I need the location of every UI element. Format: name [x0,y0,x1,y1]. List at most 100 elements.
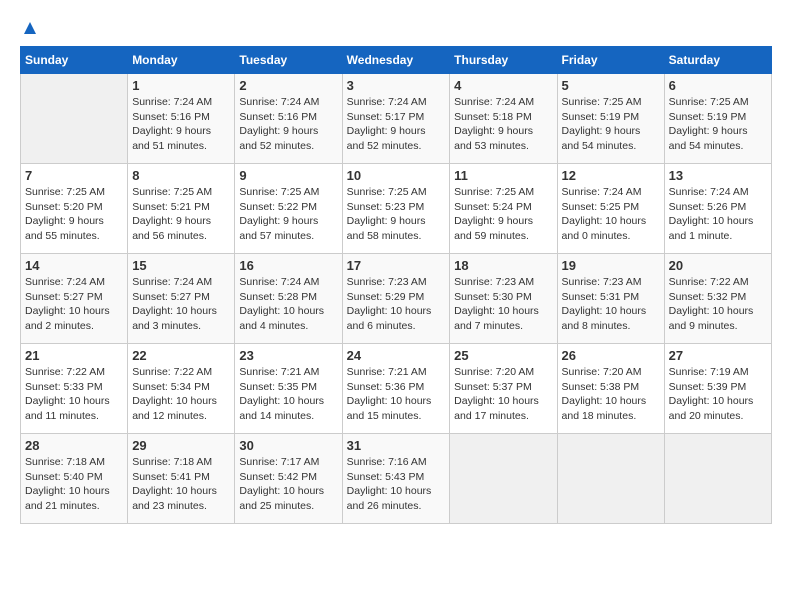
day-number: 29 [132,438,230,453]
day-number: 28 [25,438,123,453]
calendar-cell: 26 Sunrise: 7:20 AMSunset: 5:38 PMDayligh… [557,344,664,434]
logo-icon [22,20,38,36]
day-info: Sunrise: 7:24 AMSunset: 5:27 PMDaylight:… [25,275,123,334]
day-number: 16 [239,258,337,273]
calendar-cell [450,434,557,524]
calendar-cell: 30 Sunrise: 7:17 AMSunset: 5:42 PMDayligh… [235,434,342,524]
day-number: 25 [454,348,552,363]
calendar-cell: 10 Sunrise: 7:25 AMSunset: 5:23 PMDayligh… [342,164,450,254]
weekday-header-friday: Friday [557,47,664,74]
calendar-cell: 24 Sunrise: 7:21 AMSunset: 5:36 PMDayligh… [342,344,450,434]
day-info: Sunrise: 7:24 AMSunset: 5:18 PMDaylight:… [454,95,552,154]
day-number: 14 [25,258,123,273]
day-number: 17 [347,258,446,273]
day-number: 9 [239,168,337,183]
day-info: Sunrise: 7:25 AMSunset: 5:23 PMDaylight:… [347,185,446,244]
day-info: Sunrise: 7:17 AMSunset: 5:42 PMDaylight:… [239,455,337,514]
day-info: Sunrise: 7:21 AMSunset: 5:35 PMDaylight:… [239,365,337,424]
day-number: 22 [132,348,230,363]
calendar-cell: 17 Sunrise: 7:23 AMSunset: 5:29 PMDayligh… [342,254,450,344]
day-info: Sunrise: 7:24 AMSunset: 5:27 PMDaylight:… [132,275,230,334]
week-row-5: 28 Sunrise: 7:18 AMSunset: 5:40 PMDayligh… [21,434,772,524]
day-info: Sunrise: 7:21 AMSunset: 5:36 PMDaylight:… [347,365,446,424]
day-number: 1 [132,78,230,93]
day-number: 6 [669,78,767,93]
day-info: Sunrise: 7:25 AMSunset: 5:22 PMDaylight:… [239,185,337,244]
calendar-cell: 22Sunrise: 7:22 AMSunset: 5:34 PMDayligh… [128,344,235,434]
day-number: 10 [347,168,446,183]
calendar-cell: 3 Sunrise: 7:24 AMSunset: 5:17 PMDaylight… [342,74,450,164]
calendar-cell: 23Sunrise: 7:21 AMSunset: 5:35 PMDayligh… [235,344,342,434]
day-number: 26 [562,348,660,363]
calendar-cell: 7 Sunrise: 7:25 AMSunset: 5:20 PMDaylight… [21,164,128,254]
day-number: 18 [454,258,552,273]
page-header [20,20,772,36]
weekday-header-row: SundayMondayTuesdayWednesdayThursdayFrid… [21,47,772,74]
day-info: Sunrise: 7:24 AMSunset: 5:16 PMDaylight:… [239,95,337,154]
weekday-header-sunday: Sunday [21,47,128,74]
calendar-cell: 9 Sunrise: 7:25 AMSunset: 5:22 PMDaylight… [235,164,342,254]
calendar-cell: 2 Sunrise: 7:24 AMSunset: 5:16 PMDaylight… [235,74,342,164]
calendar-cell: 18 Sunrise: 7:23 AMSunset: 5:30 PMDayligh… [450,254,557,344]
day-number: 2 [239,78,337,93]
day-number: 3 [347,78,446,93]
day-number: 13 [669,168,767,183]
calendar-cell: 5Sunrise: 7:25 AMSunset: 5:19 PMDaylight… [557,74,664,164]
day-info: Sunrise: 7:20 AMSunset: 5:38 PMDaylight:… [562,365,660,424]
calendar-cell [21,74,128,164]
day-number: 7 [25,168,123,183]
day-info: Sunrise: 7:25 AMSunset: 5:20 PMDaylight:… [25,185,123,244]
day-number: 8 [132,168,230,183]
calendar-cell: 14 Sunrise: 7:24 AMSunset: 5:27 PMDayligh… [21,254,128,344]
day-info: Sunrise: 7:23 AMSunset: 5:31 PMDaylight:… [562,275,660,334]
calendar-cell: 13 Sunrise: 7:24 AMSunset: 5:26 PMDayligh… [664,164,771,254]
day-info: Sunrise: 7:25 AMSunset: 5:24 PMDaylight:… [454,185,552,244]
day-info: Sunrise: 7:24 AMSunset: 5:16 PMDaylight:… [132,95,230,154]
day-info: Sunrise: 7:24 AMSunset: 5:17 PMDaylight:… [347,95,446,154]
day-info: Sunrise: 7:23 AMSunset: 5:30 PMDaylight:… [454,275,552,334]
day-info: Sunrise: 7:25 AMSunset: 5:21 PMDaylight:… [132,185,230,244]
day-info: Sunrise: 7:25 AMSunset: 5:19 PMDaylight:… [669,95,767,154]
day-info: Sunrise: 7:24 AMSunset: 5:28 PMDaylight:… [239,275,337,334]
day-number: 4 [454,78,552,93]
weekday-header-saturday: Saturday [664,47,771,74]
day-info: Sunrise: 7:22 AMSunset: 5:33 PMDaylight:… [25,365,123,424]
day-number: 19 [562,258,660,273]
logo [20,20,36,36]
calendar-cell: 28 Sunrise: 7:18 AMSunset: 5:40 PMDayligh… [21,434,128,524]
calendar-cell: 15 Sunrise: 7:24 AMSunset: 5:27 PMDayligh… [128,254,235,344]
week-row-4: 21 Sunrise: 7:22 AMSunset: 5:33 PMDayligh… [21,344,772,434]
day-number: 11 [454,168,552,183]
day-info: Sunrise: 7:24 AMSunset: 5:26 PMDaylight:… [669,185,767,244]
weekday-header-monday: Monday [128,47,235,74]
day-number: 15 [132,258,230,273]
week-row-1: 1 Sunrise: 7:24 AMSunset: 5:16 PMDaylight… [21,74,772,164]
calendar-cell: 1 Sunrise: 7:24 AMSunset: 5:16 PMDaylight… [128,74,235,164]
day-number: 30 [239,438,337,453]
day-info: Sunrise: 7:23 AMSunset: 5:29 PMDaylight:… [347,275,446,334]
day-number: 20 [669,258,767,273]
day-number: 21 [25,348,123,363]
weekday-header-tuesday: Tuesday [235,47,342,74]
day-number: 24 [347,348,446,363]
week-row-2: 7 Sunrise: 7:25 AMSunset: 5:20 PMDaylight… [21,164,772,254]
calendar-cell: 6 Sunrise: 7:25 AMSunset: 5:19 PMDaylight… [664,74,771,164]
calendar-cell [557,434,664,524]
day-info: Sunrise: 7:24 AMSunset: 5:25 PMDaylight:… [562,185,660,244]
weekday-header-thursday: Thursday [450,47,557,74]
day-info: Sunrise: 7:18 AMSunset: 5:41 PMDaylight:… [132,455,230,514]
calendar-cell: 8 Sunrise: 7:25 AMSunset: 5:21 PMDaylight… [128,164,235,254]
calendar-cell: 16 Sunrise: 7:24 AMSunset: 5:28 PMDayligh… [235,254,342,344]
day-info: Sunrise: 7:16 AMSunset: 5:43 PMDaylight:… [347,455,446,514]
day-info: Sunrise: 7:18 AMSunset: 5:40 PMDaylight:… [25,455,123,514]
calendar-cell: 25 Sunrise: 7:20 AMSunset: 5:37 PMDayligh… [450,344,557,434]
day-info: Sunrise: 7:20 AMSunset: 5:37 PMDaylight:… [454,365,552,424]
day-number: 12 [562,168,660,183]
weekday-header-wednesday: Wednesday [342,47,450,74]
day-number: 31 [347,438,446,453]
calendar-cell: 12 Sunrise: 7:24 AMSunset: 5:25 PMDayligh… [557,164,664,254]
calendar-cell: 27Sunrise: 7:19 AMSunset: 5:39 PMDayligh… [664,344,771,434]
calendar-cell: 20Sunrise: 7:22 AMSunset: 5:32 PMDayligh… [664,254,771,344]
calendar-table: SundayMondayTuesdayWednesdayThursdayFrid… [20,46,772,524]
calendar-cell [664,434,771,524]
